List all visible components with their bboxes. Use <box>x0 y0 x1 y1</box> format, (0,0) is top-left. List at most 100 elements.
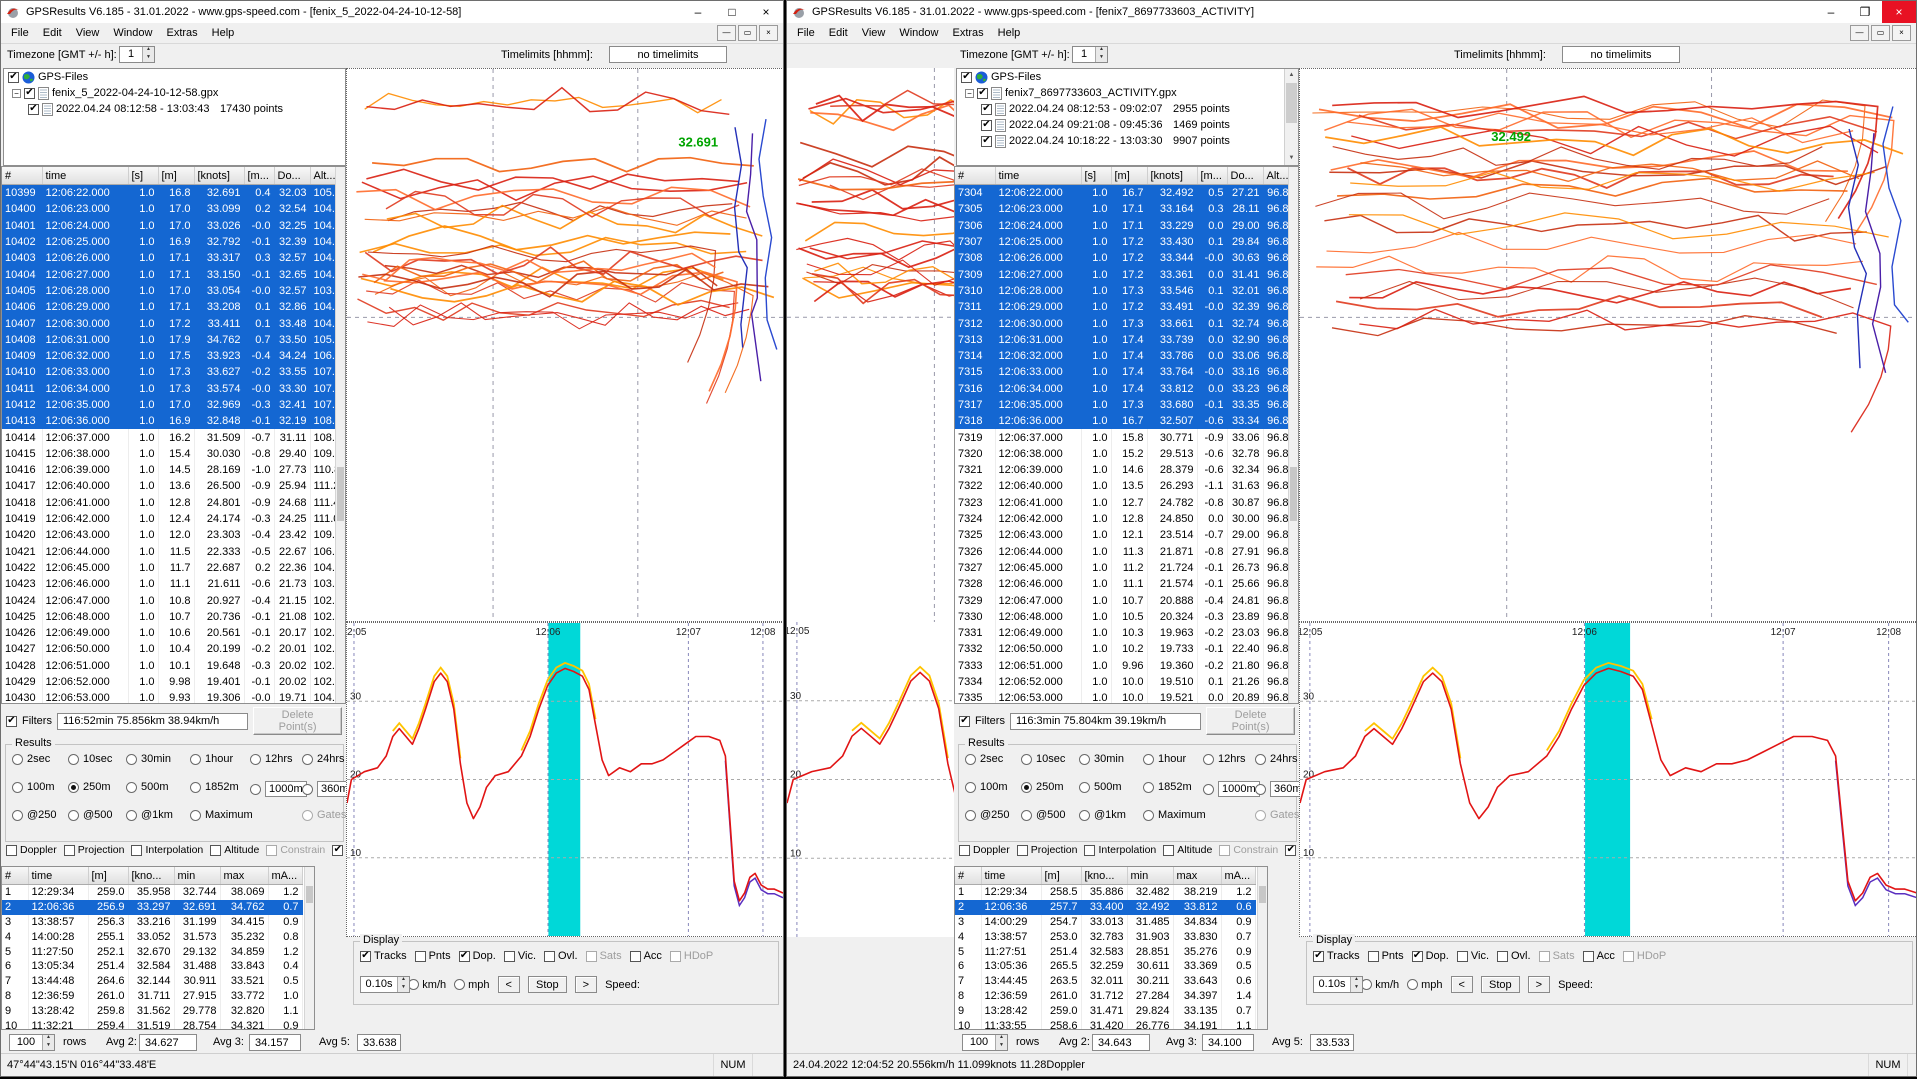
column-header[interactable]: time <box>42 167 128 185</box>
display-checkbox[interactable] <box>586 951 597 962</box>
tree-item[interactable]: ✔GPS-Files <box>4 69 345 85</box>
column-header[interactable]: mA... <box>268 867 302 885</box>
option-checkbox[interactable] <box>959 845 970 856</box>
column-header[interactable]: max <box>1173 867 1221 885</box>
table-row[interactable]: 212:06:36257.733.40032.49233.8120.6 <box>955 900 1255 915</box>
column-header[interactable]: [knots] <box>194 167 244 185</box>
mdi-close-button[interactable]: × <box>759 25 778 41</box>
table-row[interactable]: 413:38:57253.032.78331.90333.8300.7 <box>955 929 1255 944</box>
display-option-sats[interactable]: Sats <box>586 950 622 962</box>
radio-option-500[interactable]: @500 <box>1021 809 1066 821</box>
table-row[interactable]: 732212:06:40.0001.013.526.293-1.131.6396… <box>955 478 1292 494</box>
option-checkbox[interactable] <box>1084 845 1095 856</box>
table-row[interactable]: 1040312:06:26.0001.017.133.3170.332.5710… <box>2 250 339 266</box>
tree-checkbox[interactable]: ✔ <box>981 136 992 147</box>
tree-item[interactable]: ✔2022.04.24 08:12:53 - 09:02:072955 poin… <box>957 101 1298 117</box>
filters-checkbox[interactable]: ✔ <box>6 716 17 727</box>
tree-checkbox[interactable]: ✔ <box>977 88 988 99</box>
column-header[interactable]: [kno... <box>1081 867 1127 885</box>
table-row[interactable]: 1011:32:21259.431.51928.75434.3210.9 <box>2 1018 302 1030</box>
step-forward-button[interactable]: > <box>575 976 597 993</box>
display-option-acc[interactable]: Acc <box>1583 950 1615 962</box>
display-option-hdop[interactable]: HDoP <box>670 950 713 962</box>
tree-checkbox[interactable]: ✔ <box>8 72 19 83</box>
close-button[interactable]: × <box>749 1 783 23</box>
table-row[interactable]: 732112:06:39.0001.014.628.379-0.632.3496… <box>955 462 1292 478</box>
table-row[interactable]: 1041512:06:38.0001.015.430.030-0.829.401… <box>2 446 339 462</box>
table-row[interactable]: 1040612:06:29.0001.017.133.2080.132.8610… <box>2 299 339 315</box>
table-row[interactable]: 731012:06:28.0001.017.333.5460.132.0196.… <box>955 283 1292 299</box>
option-checkbox[interactable] <box>131 845 142 856</box>
column-header[interactable]: [m] <box>158 167 194 185</box>
table-row[interactable]: 414:00:28255.133.05231.57335.2320.8 <box>2 929 302 944</box>
radio-option-10sec[interactable]: 10sec <box>1021 753 1065 765</box>
column-header[interactable]: [m] <box>1041 867 1081 885</box>
delete-points-button[interactable]: Delete Point(s) <box>253 707 342 735</box>
option-interpolation[interactable]: Interpolation <box>131 844 203 856</box>
scrollbar-thumb[interactable] <box>1290 467 1297 521</box>
mdi-minimize-button[interactable]: — <box>1850 25 1869 41</box>
column-header[interactable]: [s] <box>1081 167 1111 185</box>
display-option-hdop[interactable]: HDoP <box>1623 950 1666 962</box>
table-row[interactable]: 1040712:06:30.0001.017.233.4110.133.4810… <box>2 315 339 331</box>
table-row[interactable]: 812:36:59261.031.71227.28434.3971.4 <box>955 989 1255 1004</box>
table-row[interactable]: 731612:06:34.0001.017.433.8120.033.2396.… <box>955 381 1292 397</box>
table-row[interactable]: 112:29:34259.035.95832.74438.0691.2 <box>2 885 302 900</box>
column-header[interactable]: [s] <box>128 167 158 185</box>
table-row[interactable]: 731512:06:33.0001.017.433.764-0.033.1696… <box>955 364 1292 380</box>
gps-track-map[interactable] <box>787 68 954 622</box>
speed-spinner[interactable]: 0.10s▲▼ <box>360 976 410 993</box>
column-header[interactable]: max <box>220 867 268 885</box>
table-scrollbar[interactable] <box>335 167 345 703</box>
table-row[interactable]: 1011:33:55258.631.42026.77634.1911.1 <box>955 1018 1255 1030</box>
display-checkbox[interactable] <box>1457 951 1468 962</box>
menu-item-file[interactable]: File <box>4 25 36 41</box>
table-row[interactable]: 314:00:29254.733.01331.48534.8340.9 <box>955 915 1255 930</box>
display-option-tracks[interactable]: ✔Tracks <box>360 950 407 962</box>
column-header[interactable]: min <box>1127 867 1173 885</box>
speed-graph-plot[interactable]: 12:0512:0612:0712:08302010 <box>787 622 954 937</box>
option-constrain[interactable]: Constrain <box>1219 844 1278 856</box>
table-row[interactable]: 730812:06:26.0001.017.233.344-0.030.6396… <box>955 250 1292 266</box>
table-row[interactable]: 730712:06:25.0001.017.233.4300.129.8496.… <box>955 234 1292 250</box>
mdi-close-button[interactable]: × <box>1892 25 1911 41</box>
table-row[interactable]: 112:29:34258.535.88632.48238.2191.2 <box>955 885 1255 900</box>
unit-radio-kmh[interactable]: km/h <box>408 979 446 991</box>
radio-option-10sec[interactable]: 10sec <box>68 753 112 765</box>
radio-option-1852m[interactable]: 1852m <box>190 781 239 793</box>
display-option-pnts[interactable]: Pnts <box>1368 950 1404 962</box>
option-doppler[interactable]: Doppler <box>959 844 1010 856</box>
table-row[interactable]: 733112:06:49.0001.010.319.963-0.223.0396… <box>955 625 1292 641</box>
column-header[interactable]: # <box>2 167 42 185</box>
table-row[interactable]: 733212:06:50.0001.010.219.733-0.122.4096… <box>955 641 1292 657</box>
rows-spinner[interactable]: 100▲▼ <box>9 1034 55 1051</box>
table-row[interactable]: 731712:06:35.0001.017.333.680-0.133.3596… <box>955 397 1292 413</box>
option-checkbox[interactable] <box>266 845 277 856</box>
table-row[interactable]: 1041012:06:33.0001.017.333.627-0.233.551… <box>2 364 339 380</box>
display-checkbox[interactable] <box>504 951 515 962</box>
tree-item[interactable]: −✔fenix_5_2022-04-24-10-12-58.gpx <box>4 85 345 101</box>
column-header[interactable]: time <box>28 867 88 885</box>
menu-item-window[interactable]: Window <box>106 25 159 41</box>
tree-expander-icon[interactable]: − <box>965 89 974 98</box>
tree-checkbox[interactable]: ✔ <box>981 120 992 131</box>
table-row[interactable]: 1042612:06:49.0001.010.620.561-0.120.171… <box>2 625 339 641</box>
table-row[interactable]: 913:28:42259.031.47129.82433.1350.7 <box>955 1003 1255 1018</box>
radio-option-1852m[interactable]: 1852m <box>1143 781 1192 793</box>
radio-option-maximum[interactable]: Maximum <box>190 809 253 821</box>
radio-option-24hrs[interactable]: 24hrs <box>302 753 345 765</box>
display-checkbox[interactable] <box>630 951 641 962</box>
table-row[interactable]: 1040512:06:28.0001.017.033.054-0.032.571… <box>2 283 339 299</box>
scrollbar-thumb[interactable] <box>306 886 313 902</box>
tree-expander-icon[interactable]: − <box>12 89 21 98</box>
table-row[interactable]: 732312:06:41.0001.012.724.782-0.830.8796… <box>955 495 1292 511</box>
menu-item-window[interactable]: Window <box>892 25 945 41</box>
step-forward-button[interactable]: > <box>1528 976 1550 993</box>
radio-option-100m[interactable]: 100m <box>965 781 1008 793</box>
display-checkbox[interactable]: ✔ <box>1412 951 1423 962</box>
filters-checkbox[interactable]: ✔ <box>959 716 970 727</box>
option-checkbox[interactable] <box>6 845 17 856</box>
table-row[interactable]: 1039912:06:22.0001.016.832.6910.432.0310… <box>2 185 339 202</box>
display-checkbox[interactable] <box>1583 951 1594 962</box>
tree-checkbox[interactable]: ✔ <box>28 104 39 115</box>
